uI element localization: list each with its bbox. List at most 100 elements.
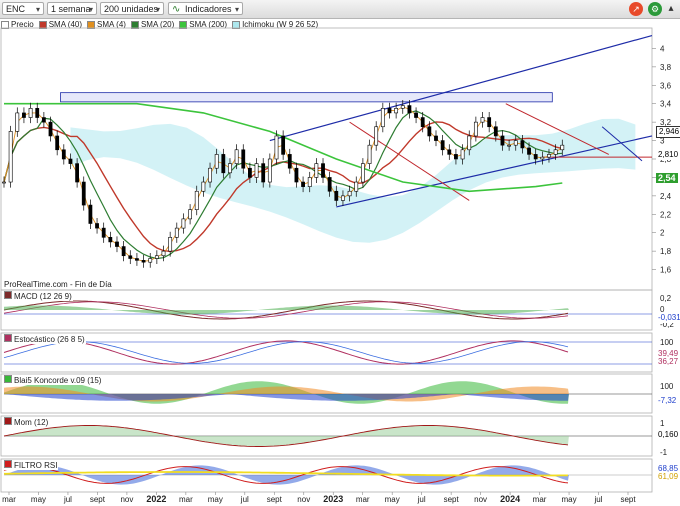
candle-body: [407, 105, 412, 114]
candle-body: [15, 112, 20, 132]
candle-body: [181, 218, 186, 229]
candle-body: [22, 112, 26, 118]
mom-title: Mom (12): [14, 418, 49, 427]
rsi-tag-b: 61,09: [656, 472, 680, 482]
candle-body: [248, 167, 252, 178]
koncorde-legend: Blai5 Koncorde v.09 (15): [3, 375, 103, 385]
candle-body: [334, 190, 339, 201]
y-tick-label: 2,2: [660, 210, 672, 219]
x-tick-label: mar: [533, 495, 547, 504]
candle-body: [427, 126, 432, 137]
candle-body: [547, 154, 551, 158]
x-tick-label: nov: [120, 495, 133, 504]
candle-body: [281, 135, 286, 155]
candle-body: [314, 163, 319, 178]
candle-body: [81, 181, 86, 206]
candle-body: [500, 135, 505, 146]
candle-body: [307, 177, 312, 187]
candle-body: [28, 108, 33, 118]
candle-body: [121, 246, 126, 257]
price-chart[interactable]: 43,83,63,43,232,82,62,42,221,81,6marmayj…: [0, 0, 680, 506]
stoch-legend: Estocástico (26 8 5): [3, 334, 86, 344]
candle-body: [354, 181, 359, 192]
macd-legend: MACD (12 26 9): [3, 291, 73, 301]
candle-body: [8, 131, 13, 183]
candle-body: [254, 163, 259, 178]
candle-body: [341, 195, 345, 201]
candle-body: [194, 190, 199, 210]
candle-body: [467, 135, 472, 151]
candle-body: [115, 241, 119, 247]
y-tick-label: 1,8: [660, 247, 672, 256]
candle-body: [141, 260, 146, 263]
stoch-k-line: [3, 340, 569, 365]
candle-body: [394, 108, 399, 114]
rsi-title: FILTRO RSI: [14, 461, 58, 470]
stoch-swatch: [4, 334, 12, 342]
candle-body: [208, 167, 212, 183]
macd-swatch: [4, 291, 12, 299]
candle-body: [228, 163, 232, 174]
koncorde-title: Blai5 Koncorde v.09 (15): [14, 376, 102, 385]
x-tick-label: may: [208, 495, 223, 504]
ichimoku-cloud: [70, 118, 636, 243]
candle-body: [75, 163, 80, 183]
candle-body: [400, 105, 405, 109]
mom-swatch: [4, 417, 12, 425]
candle-body: [560, 144, 565, 151]
candle-body: [301, 181, 305, 187]
candle-body: [387, 108, 392, 114]
candle-body: [35, 108, 40, 118]
candle-body: [128, 255, 133, 259]
mom-legend: Mom (12): [3, 417, 50, 427]
candle-body: [221, 154, 226, 174]
x-tick-label: may: [561, 495, 576, 504]
candle-body: [214, 154, 219, 169]
stoch-panel-frame: [0, 332, 653, 373]
candle-body: [234, 149, 239, 164]
koncorde-blue-area: [4, 394, 569, 401]
price-tag-b: 2,54: [656, 173, 678, 183]
last-price-tag: 2,946: [656, 126, 680, 138]
x-tick-label: sept: [267, 495, 283, 504]
candle-body: [174, 227, 179, 238]
candle-body: [101, 227, 106, 238]
rsi-swatch: [4, 460, 12, 468]
candle-body: [414, 112, 418, 118]
candle-body: [520, 140, 525, 149]
candle-body: [55, 135, 60, 151]
candle-body: [447, 149, 452, 155]
candle-body: [261, 163, 266, 183]
x-tick-label: sept: [90, 495, 106, 504]
x-tick-label: nov: [474, 495, 487, 504]
macd-histogram: [4, 305, 569, 315]
stoch-title: Estocástico (26 8 5): [14, 335, 85, 344]
candle-body: [2, 181, 6, 184]
x-tick-label: nov: [297, 495, 310, 504]
y-tick-label: 2,4: [660, 192, 672, 201]
candle-body: [108, 237, 113, 243]
x-tick-label: mar: [356, 495, 370, 504]
candle-body: [380, 108, 385, 128]
candle-body: [533, 154, 538, 160]
x-tick-label: mar: [179, 495, 193, 504]
candle-body: [480, 117, 485, 123]
candle-body: [61, 149, 66, 160]
candle-body: [553, 149, 558, 155]
x-tick-label: jul: [240, 495, 249, 504]
candle-body: [440, 140, 445, 151]
y-tick-label: 3,6: [660, 81, 672, 90]
candle-body: [347, 190, 352, 197]
sub-y-tick-label: 1: [660, 419, 665, 428]
y-tick-label: 3,8: [660, 63, 672, 72]
candle-body: [88, 204, 93, 224]
macd-tag: -0,031: [656, 313, 680, 323]
candle-body: [161, 250, 166, 257]
candle-body: [493, 126, 498, 137]
source-label: ProRealTime.com - Fin de Día: [4, 280, 112, 289]
price-tag-a: 2,810: [656, 150, 680, 160]
candle-body: [321, 163, 325, 178]
sub-y-tick-label: 0,2: [660, 294, 672, 303]
koncorde-swatch: [4, 375, 12, 383]
candle-body: [420, 117, 425, 128]
